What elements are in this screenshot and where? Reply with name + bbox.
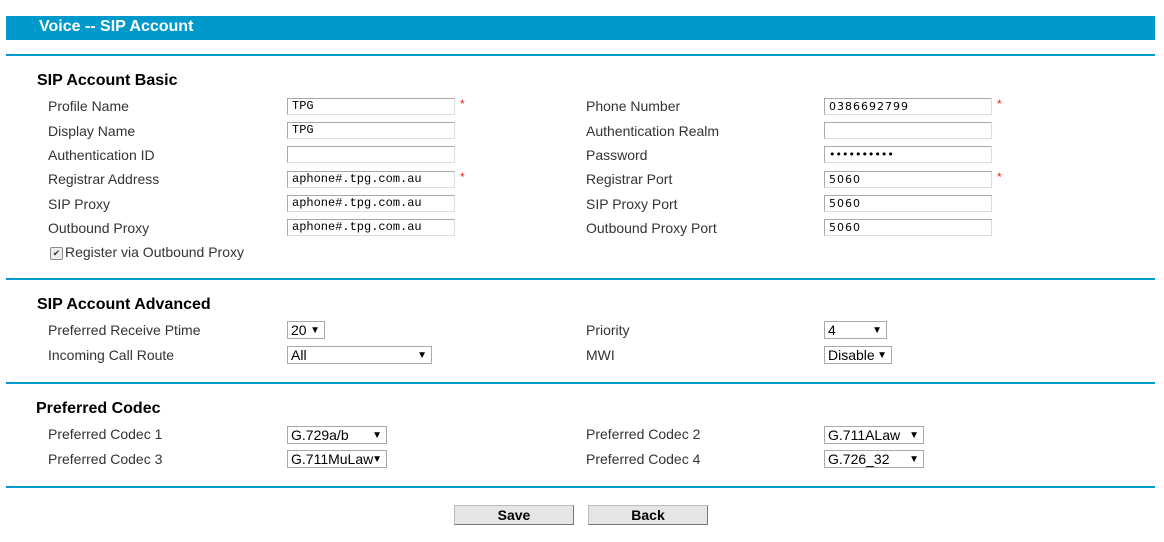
ptime-select[interactable]: 20 ▼ — [287, 321, 325, 339]
profile-name-input[interactable]: TPG — [287, 98, 455, 115]
mwi-select[interactable]: Disable ▼ — [824, 346, 892, 364]
registrar-address-label: Registrar Address — [48, 171, 160, 187]
section-title-advanced: SIP Account Advanced — [37, 296, 211, 313]
codec1-value: G.729a/b — [291, 427, 349, 443]
divider — [6, 486, 1155, 488]
codec3-select[interactable]: G.711MuLaw ▼ — [287, 450, 387, 468]
display-name-label: Display Name — [48, 123, 136, 139]
auth-realm-label: Authentication Realm — [586, 123, 720, 139]
page-banner: Voice -- SIP Account — [6, 16, 1155, 40]
priority-label: Priority — [586, 322, 630, 338]
incoming-route-value: All — [291, 347, 307, 363]
dropdown-arrow-icon: ▼ — [877, 350, 887, 361]
codec1-label: Preferred Codec 1 — [48, 426, 163, 442]
incoming-route-select[interactable]: All ▼ — [287, 346, 432, 364]
dropdown-arrow-icon: ▼ — [909, 430, 919, 441]
save-button[interactable]: Save — [454, 505, 574, 525]
mwi-label: MWI — [586, 347, 615, 363]
codec3-label: Preferred Codec 3 — [48, 451, 163, 467]
priority-value: 4 — [828, 322, 836, 338]
divider — [6, 382, 1155, 384]
auth-realm-input[interactable] — [824, 122, 992, 139]
codec1-select[interactable]: G.729a/b ▼ — [287, 426, 387, 444]
auth-id-label: Authentication ID — [48, 147, 155, 163]
required-marker: * — [997, 170, 1002, 184]
codec4-label: Preferred Codec 4 — [586, 451, 701, 467]
dropdown-arrow-icon: ▼ — [372, 430, 382, 441]
page-title: Voice -- SIP Account — [39, 18, 194, 35]
registrar-port-label: Registrar Port — [586, 171, 673, 187]
divider — [6, 278, 1155, 280]
phone-number-input[interactable]: 0386692799 — [824, 98, 992, 115]
section-title-codec: Preferred Codec — [36, 400, 161, 417]
mwi-value: Disable — [828, 347, 875, 363]
outbound-proxy-port-label: Outbound Proxy Port — [586, 220, 717, 236]
codec2-label: Preferred Codec 2 — [586, 426, 701, 442]
sip-proxy-port-label: SIP Proxy Port — [586, 196, 678, 212]
priority-select[interactable]: 4 ▼ — [824, 321, 887, 339]
outbound-proxy-input[interactable]: aphone#.tpg.com.au — [287, 219, 455, 236]
sip-proxy-label: SIP Proxy — [48, 196, 110, 212]
required-marker: * — [997, 97, 1002, 111]
register-via-outbound-label: Register via Outbound Proxy — [65, 244, 244, 260]
codec3-value: G.711MuLaw — [291, 451, 374, 467]
display-name-input[interactable]: TPG — [287, 122, 455, 139]
dropdown-arrow-icon: ▼ — [417, 350, 427, 361]
codec4-value: G.726_32 — [828, 451, 890, 467]
register-via-outbound-checkbox[interactable]: ✔ — [50, 247, 63, 260]
section-title-basic: SIP Account Basic — [37, 72, 178, 89]
dropdown-arrow-icon: ▼ — [310, 325, 320, 336]
divider — [6, 54, 1155, 56]
auth-id-input[interactable] — [287, 146, 455, 163]
outbound-proxy-label: Outbound Proxy — [48, 220, 150, 236]
sip-proxy-input[interactable]: aphone#.tpg.com.au — [287, 195, 455, 212]
incoming-route-label: Incoming Call Route — [48, 347, 175, 363]
registrar-port-input[interactable]: 5060 — [824, 171, 992, 188]
codec2-value: G.711ALaw — [828, 427, 901, 443]
dropdown-arrow-icon: ▼ — [372, 454, 382, 465]
dropdown-arrow-icon: ▼ — [872, 325, 882, 336]
dropdown-arrow-icon: ▼ — [909, 454, 919, 465]
profile-name-label: Profile Name — [48, 98, 129, 114]
ptime-label: Preferred Receive Ptime — [48, 322, 201, 338]
ptime-value: 20 — [291, 322, 307, 338]
password-label: Password — [586, 147, 648, 163]
codec4-select[interactable]: G.726_32 ▼ — [824, 450, 924, 468]
checkmark-icon: ✔ — [52, 248, 61, 258]
outbound-proxy-port-input[interactable]: 5060 — [824, 219, 992, 236]
registrar-address-input[interactable]: aphone#.tpg.com.au — [287, 171, 455, 188]
sip-proxy-port-input[interactable]: 5060 — [824, 195, 992, 212]
required-marker: * — [460, 170, 465, 184]
codec2-select[interactable]: G.711ALaw ▼ — [824, 426, 924, 444]
phone-number-label: Phone Number — [586, 98, 681, 114]
required-marker: * — [460, 97, 465, 111]
back-button[interactable]: Back — [588, 505, 708, 525]
password-input[interactable]: •••••••••• — [824, 146, 992, 163]
